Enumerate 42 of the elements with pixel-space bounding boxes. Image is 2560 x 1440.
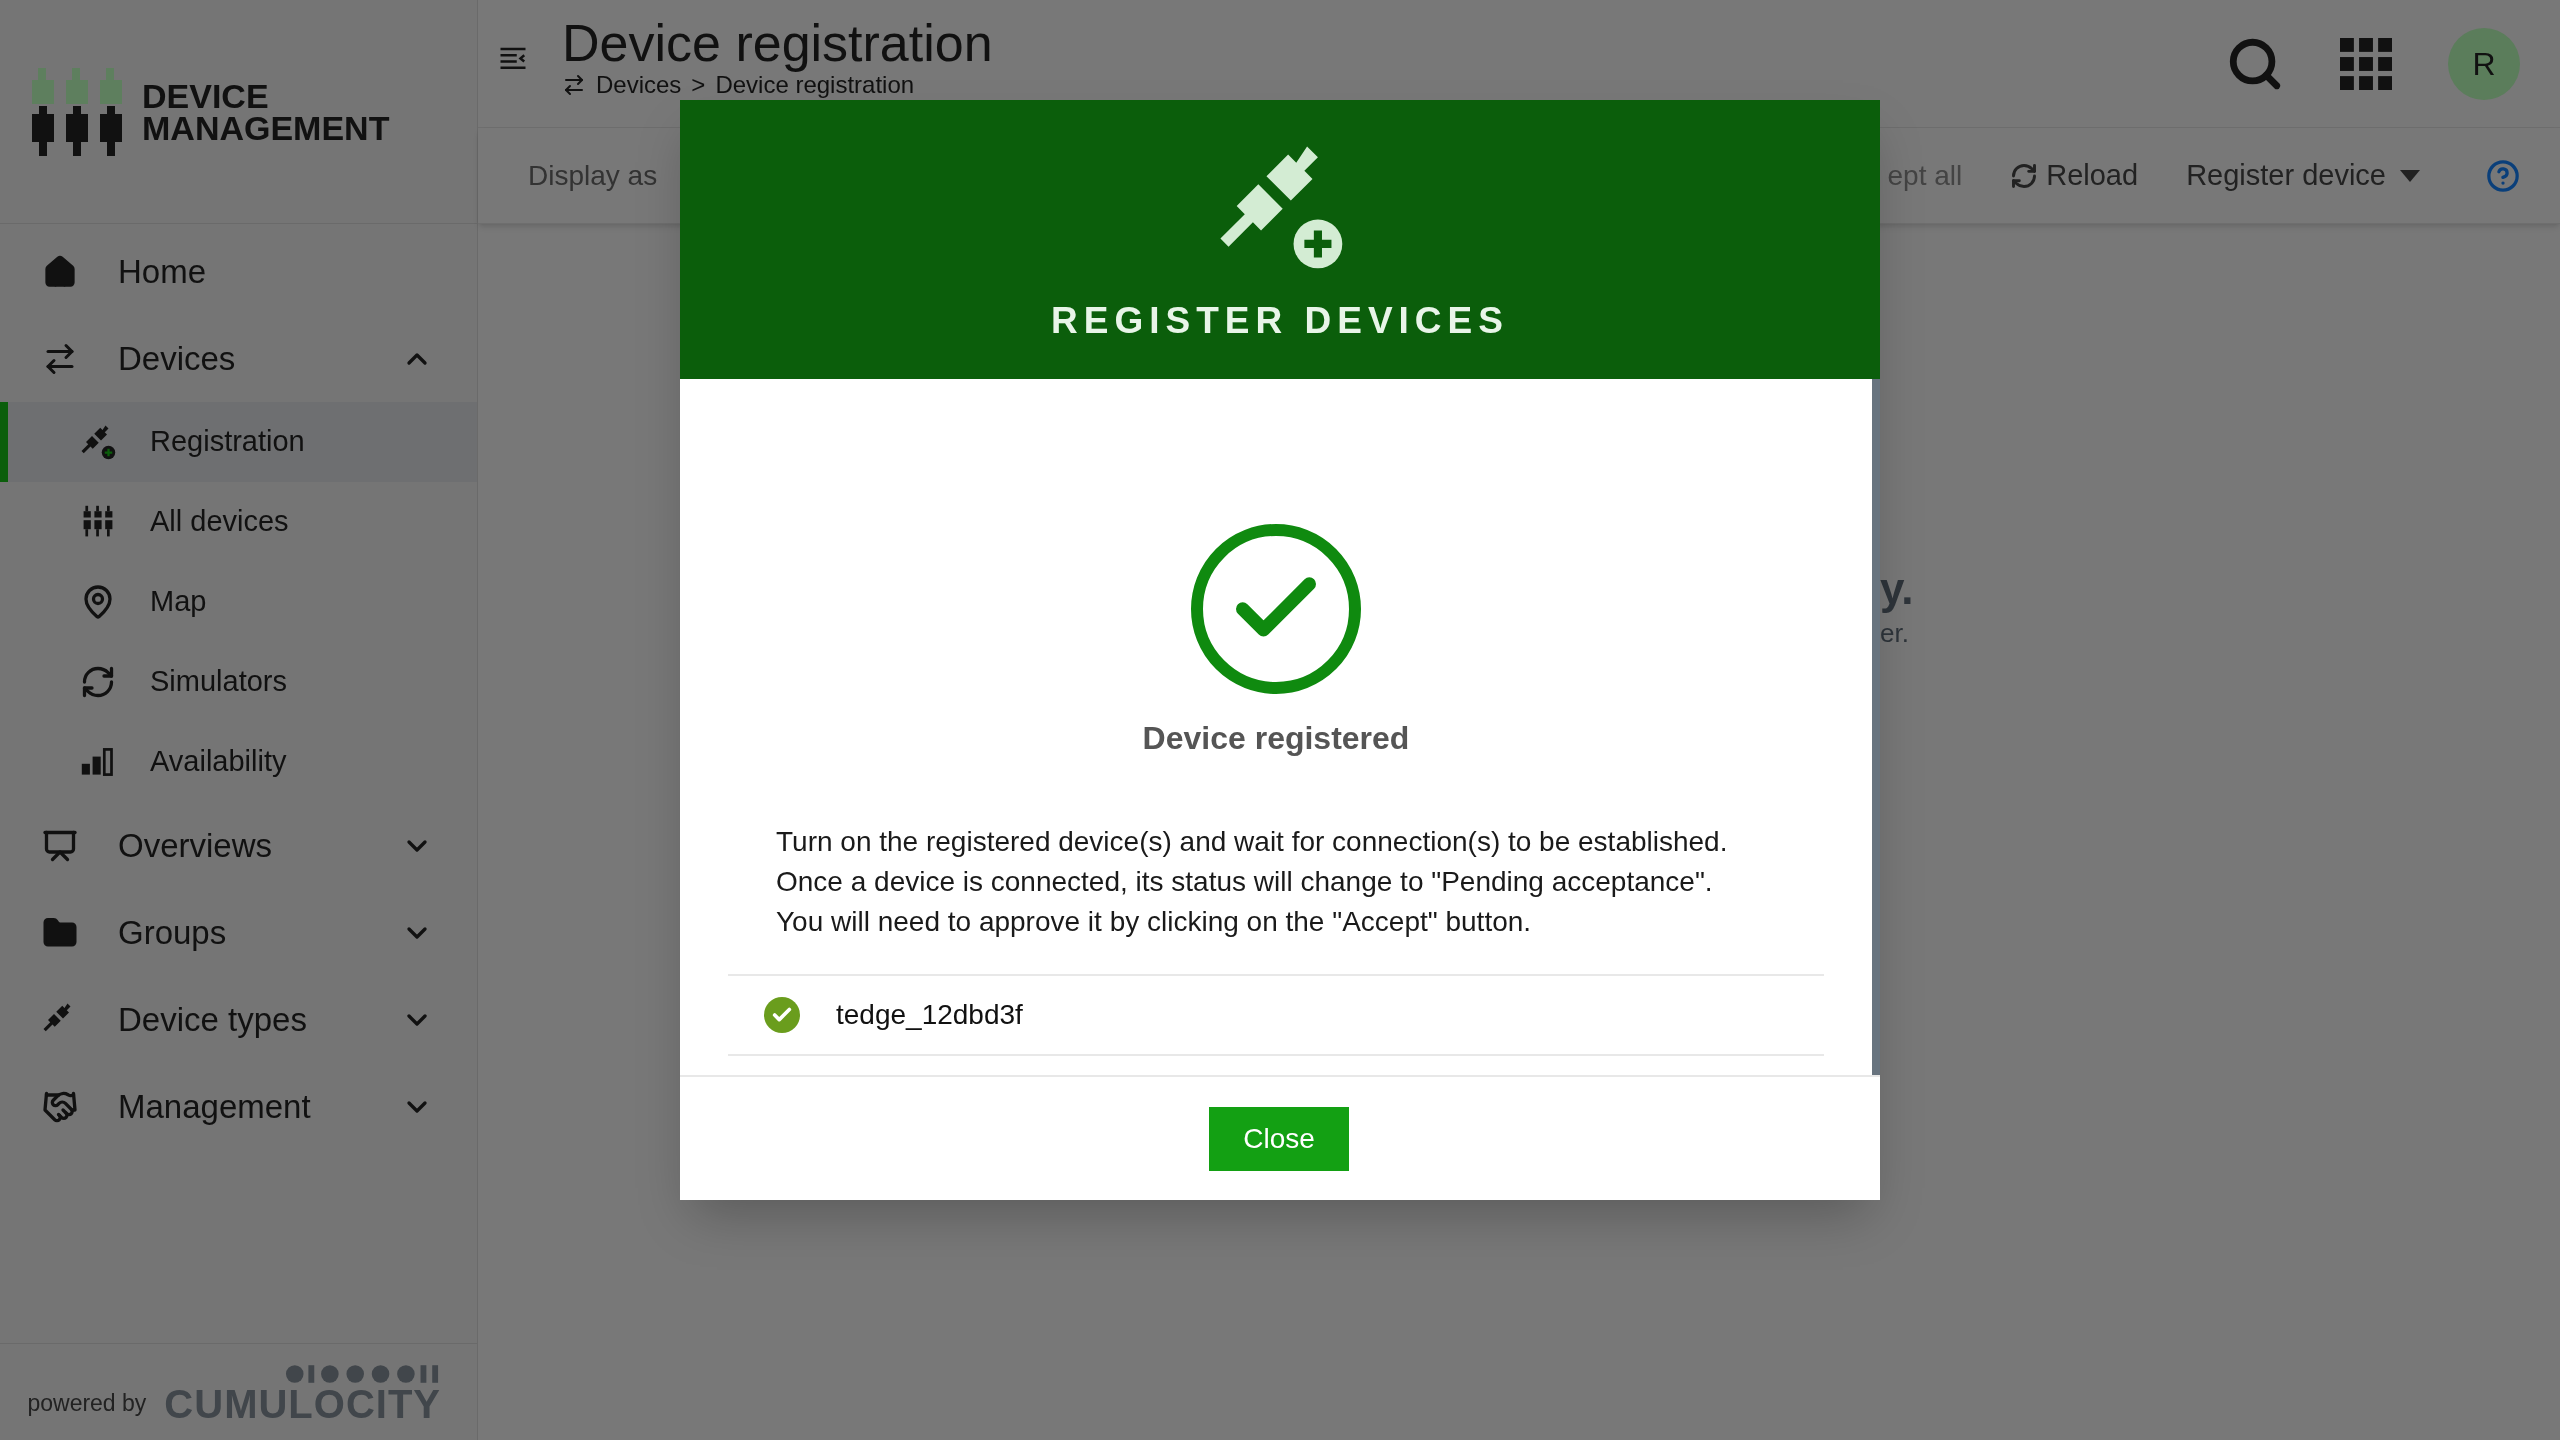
instruction-text: Once a device is connected, its status will change to "Pending acceptance". <box>776 865 1714 899</box>
user-avatar[interactable]: R <box>2448 28 2520 100</box>
nav-item[interactable]: Devices <box>0 315 477 402</box>
empty-state-text: er. <box>1880 617 1910 650</box>
nav-item[interactable]: Device types <box>0 976 477 1063</box>
nav-subitem[interactable]: Registration <box>0 402 477 482</box>
circular-arrows-icon <box>80 664 116 700</box>
nav-item[interactable]: Management <box>0 1063 477 1150</box>
reload-button[interactable]: Reload <box>2010 153 2139 198</box>
nav-subitem[interactable]: Map <box>0 562 477 642</box>
dialog-title: REGISTER DEVICES <box>1051 298 1509 343</box>
breadcrumb-current: Device registration <box>715 72 915 98</box>
nav-item[interactable]: Home <box>0 228 477 315</box>
nav-item[interactable]: Overviews <box>0 802 477 889</box>
transfer-arrows-icon <box>562 73 586 97</box>
nav-subitem[interactable]: All devices <box>0 482 477 562</box>
instruction-text: You will need to approve it by clicking on the "Accept" button. <box>776 905 1533 939</box>
nav-item[interactable]: Groups <box>0 889 477 976</box>
plug-plus-icon <box>80 424 116 460</box>
close-button[interactable]: Close <box>1209 1106 1349 1171</box>
empty-state-title: y. <box>1880 564 1914 614</box>
app-title: MANAGEMENT <box>142 111 390 144</box>
instruction-text: Turn on the registered device(s) and wait for connection(s) to be established. <box>776 825 1728 859</box>
breadcrumb-separator: > <box>691 72 706 98</box>
reload-icon <box>2010 161 2039 190</box>
success-check-icon <box>1191 524 1361 694</box>
app-title: DEVICE <box>142 79 270 112</box>
caret-down-icon <box>2400 169 2420 182</box>
device-management-logo-icon <box>32 65 124 158</box>
nav-subitem[interactable]: Simulators <box>0 642 477 722</box>
breadcrumb-link[interactable]: Devices <box>596 72 682 98</box>
display-as-label: Display as <box>528 158 658 193</box>
device-name: tedge_12dbd3f <box>836 998 1023 1032</box>
help-icon[interactable] <box>2486 158 2520 193</box>
powered-by-text: powered by <box>27 1388 147 1418</box>
status-heading: Device registered <box>1142 719 1410 758</box>
nav-subitem[interactable]: Availability <box>0 722 477 802</box>
page-title: Device registration <box>562 14 993 72</box>
app-grid-icon[interactable] <box>2340 38 2392 90</box>
register-device-dropdown[interactable]: Register device <box>2186 153 2420 198</box>
home-icon <box>42 253 78 290</box>
brand-dots-icon <box>285 1364 441 1384</box>
